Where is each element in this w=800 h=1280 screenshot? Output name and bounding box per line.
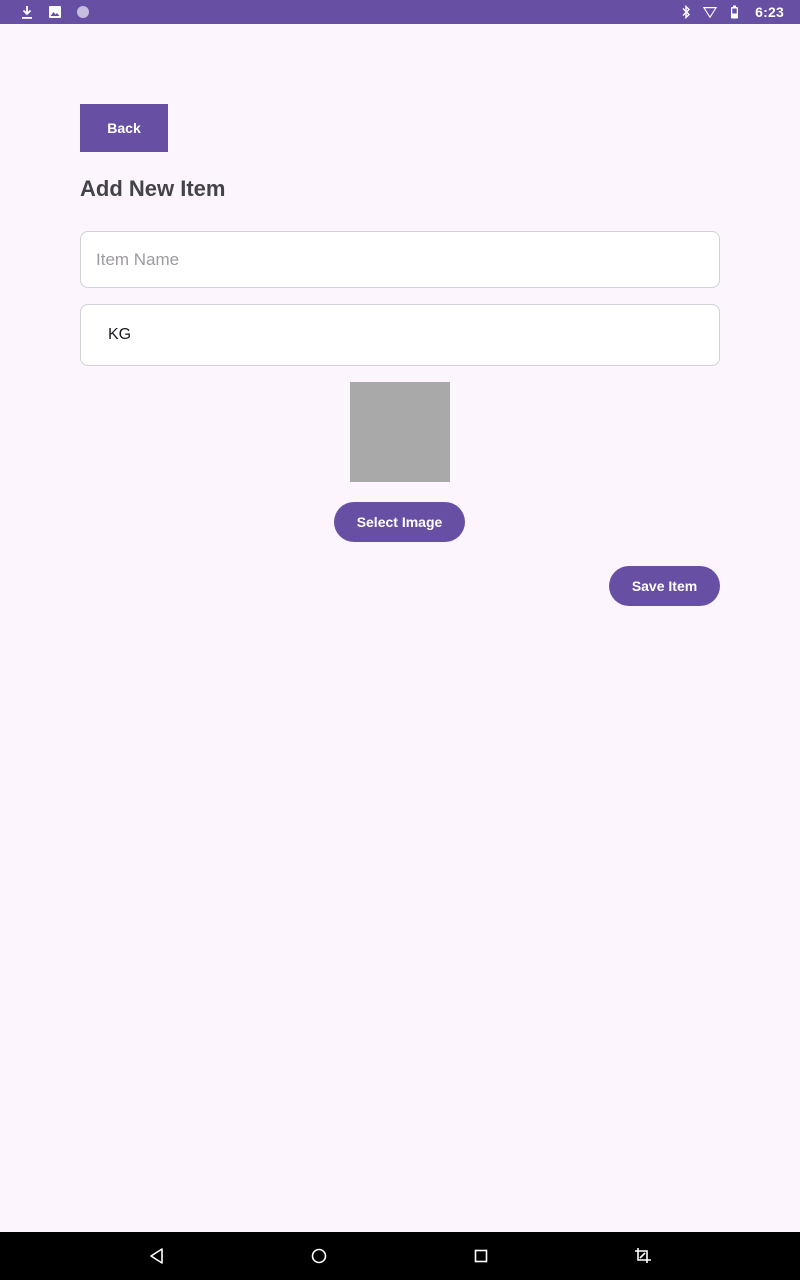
back-button[interactable]: Back bbox=[80, 104, 168, 152]
screenshot-nav-icon[interactable] bbox=[619, 1232, 667, 1280]
item-name-input[interactable] bbox=[80, 231, 720, 288]
status-bar-notifications bbox=[20, 5, 90, 19]
unit-input-value: KG bbox=[108, 326, 132, 343]
download-icon bbox=[20, 5, 34, 19]
status-bar-system: 6:23 bbox=[679, 4, 784, 20]
battery-icon bbox=[727, 5, 741, 19]
image-preview bbox=[350, 382, 450, 482]
save-item-button[interactable]: Save Item bbox=[609, 566, 720, 606]
navigation-bar bbox=[0, 1232, 800, 1280]
bluetooth-icon bbox=[679, 5, 693, 19]
status-bar: 6:23 bbox=[0, 0, 800, 24]
image-icon bbox=[48, 5, 62, 19]
page-title: Add New Item bbox=[80, 176, 226, 201]
circle-icon bbox=[76, 5, 90, 19]
back-nav-icon[interactable] bbox=[133, 1232, 181, 1280]
wifi-icon bbox=[703, 5, 718, 19]
home-nav-icon[interactable] bbox=[295, 1232, 343, 1280]
recents-nav-icon[interactable] bbox=[457, 1232, 505, 1280]
select-image-button[interactable]: Select Image bbox=[334, 502, 465, 542]
status-time: 6:23 bbox=[755, 4, 784, 20]
unit-input[interactable]: KG bbox=[80, 304, 720, 366]
